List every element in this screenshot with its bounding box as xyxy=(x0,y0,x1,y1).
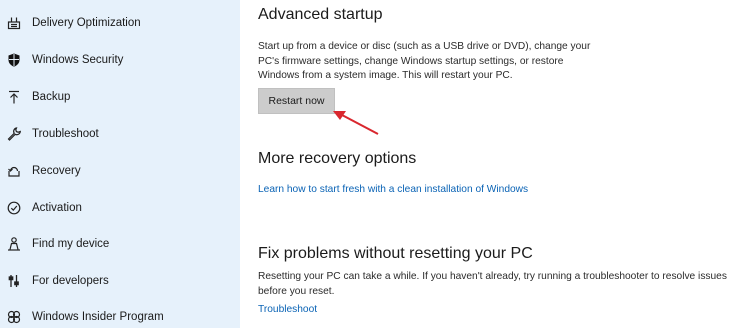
insider-program-icon xyxy=(6,309,22,325)
recovery-content: Advanced startup Start up from a device … xyxy=(240,0,741,328)
activation-check-icon xyxy=(6,200,22,216)
description-line: PC's firmware settings, change Windows s… xyxy=(258,55,564,67)
advanced-startup-heading: Advanced startup xyxy=(258,6,383,23)
wrench-icon xyxy=(6,126,22,142)
sidebar-item-delivery-optimization[interactable]: Delivery Optimization xyxy=(0,5,240,41)
sidebar-item-windows-security[interactable]: Windows Security xyxy=(0,42,240,78)
sidebar-item-label: Find my device xyxy=(32,238,110,250)
sidebar-item-recovery[interactable]: Recovery xyxy=(0,153,240,189)
clean-install-link[interactable]: Learn how to start fresh with a clean in… xyxy=(258,184,528,195)
sidebar-item-label: Troubleshoot xyxy=(32,128,99,140)
sidebar-item-activation[interactable]: Activation xyxy=(0,190,240,226)
backup-arrow-icon xyxy=(6,89,22,105)
troubleshoot-link[interactable]: Troubleshoot xyxy=(258,304,317,315)
sidebar-item-label: Activation xyxy=(32,202,82,214)
person-location-icon xyxy=(6,236,22,252)
description-line: Start up from a device or disc (such as … xyxy=(258,41,591,52)
description-line: Windows from a system image. This will r… xyxy=(258,70,513,81)
recovery-icon xyxy=(6,163,22,179)
restart-now-button[interactable]: Restart now xyxy=(258,88,335,114)
sidebar-item-backup[interactable]: Backup xyxy=(0,79,240,115)
sidebar-item-label: Delivery Optimization xyxy=(32,17,141,29)
fix-problems-heading: Fix problems without resetting your PC xyxy=(258,245,533,262)
delivery-optimization-icon xyxy=(6,15,22,31)
description-line: Resetting your PC can take a while. If y… xyxy=(258,271,727,282)
sidebar-item-find-my-device[interactable]: Find my device xyxy=(0,226,240,262)
sidebar-item-windows-insider-program[interactable]: Windows Insider Program xyxy=(0,299,240,335)
sidebar-item-troubleshoot[interactable]: Troubleshoot xyxy=(0,116,240,152)
more-recovery-options-heading: More recovery options xyxy=(258,150,417,167)
settings-sidebar: Delivery Optimization Windows Security B… xyxy=(0,0,240,328)
sidebar-item-label: Windows Insider Program xyxy=(32,311,164,323)
description-line: before you reset. xyxy=(258,285,335,297)
developer-sliders-icon xyxy=(6,273,22,289)
fix-problems-description: Resetting your PC can take a while. If y… xyxy=(258,270,741,299)
advanced-startup-description: Start up from a device or disc (such as … xyxy=(258,40,590,84)
sidebar-item-for-developers[interactable]: For developers xyxy=(0,263,240,299)
sidebar-item-label: Backup xyxy=(32,91,71,103)
sidebar-item-label: For developers xyxy=(32,275,109,287)
shield-icon xyxy=(6,52,22,68)
sidebar-item-label: Windows Security xyxy=(32,54,124,66)
sidebar-item-label: Recovery xyxy=(32,165,81,177)
